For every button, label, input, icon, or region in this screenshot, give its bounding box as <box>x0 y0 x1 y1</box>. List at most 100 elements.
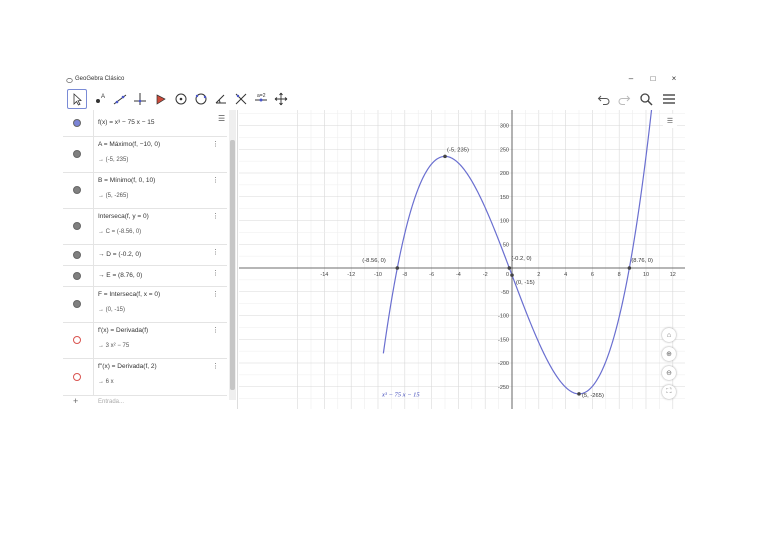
row-menu-icon[interactable]: ⋮ <box>212 269 219 277</box>
move-graphics-tool-button[interactable] <box>271 89 291 109</box>
row-menu-icon[interactable]: ⋮ <box>212 176 219 184</box>
algebra-row[interactable]: F = Interseca(f, x = 0) → (0, -15) ⋮ <box>63 286 227 323</box>
visibility-toggle-icon[interactable] <box>73 336 81 344</box>
zoom-out-button[interactable]: ⊖ <box>662 366 676 380</box>
x-tick-label: -4 <box>456 272 461 278</box>
circle-three-points-tool-button[interactable] <box>191 89 211 109</box>
zoom-in-button[interactable]: ⊕ <box>662 347 676 361</box>
scrollbar-thumb[interactable] <box>230 140 235 390</box>
home-button[interactable]: ⌂ <box>662 328 676 342</box>
slider-icon: a=2 <box>255 93 267 102</box>
algebra-definition[interactable]: f(x) = x³ − 75 x − 15 <box>98 119 155 126</box>
y-tick-label: 100 <box>500 219 509 225</box>
algebra-value: → (-5, 235) <box>98 157 129 163</box>
angle-tool-button[interactable] <box>211 89 231 109</box>
y-tick-label: -150 <box>498 337 509 343</box>
algebra-definition[interactable]: B = Mínimo(f, 0, 10) <box>98 177 155 184</box>
row-menu-icon[interactable]: ⋮ <box>212 140 219 148</box>
zoom-in-icon: ⊕ <box>666 351 672 358</box>
cursor-arrow-icon <box>73 93 82 106</box>
y-tick-label: 250 <box>500 147 509 153</box>
point-a[interactable] <box>443 154 447 159</box>
point-f[interactable] <box>510 273 514 277</box>
y-tick-label: -200 <box>498 361 509 367</box>
input-placeholder: Entrada... <box>98 399 125 405</box>
point-label-e: (8.76, 0) <box>631 258 653 264</box>
algebra-row[interactable]: → E = (8.76, 0) ⋮ <box>63 265 227 287</box>
row-menu-icon[interactable]: ⋮ <box>212 362 219 370</box>
redo-button[interactable] <box>615 90 633 108</box>
point-c[interactable] <box>395 266 400 270</box>
visibility-toggle-icon[interactable] <box>73 300 81 308</box>
y-tick-label: -50 <box>501 290 509 296</box>
visibility-toggle-icon[interactable] <box>73 119 81 127</box>
style-bar-toggle-button[interactable]: ☰ <box>663 114 677 128</box>
algebra-definition[interactable]: f'(x) = Derivada(f) <box>98 327 148 334</box>
row-menu-icon[interactable]: ⋮ <box>212 248 219 256</box>
point-e[interactable] <box>627 266 632 270</box>
perpendicular-tool-button[interactable] <box>130 89 150 109</box>
algebra-row[interactable]: A = Máximo(f, −10, 0) → (-5, 235) ⋮ <box>63 136 227 173</box>
style-bar-icon: ☰ <box>666 118 674 125</box>
angle-icon <box>215 94 226 104</box>
visibility-toggle-icon[interactable] <box>73 150 81 158</box>
circle-tool-button[interactable] <box>171 89 191 109</box>
algebra-row[interactable]: f'(x) = Derivada(f) → 3 x² − 75 ⋮ <box>63 322 227 359</box>
algebra-definition[interactable]: f''(x) = Derivada(f, 2) <box>98 363 157 370</box>
search-button[interactable] <box>637 90 655 108</box>
reflect-tool-button[interactable] <box>231 89 251 109</box>
point-tool-button[interactable]: A <box>90 89 110 109</box>
point-icon: A <box>96 94 105 103</box>
title-bar: GeoGebra Clásico – □ × <box>63 73 685 88</box>
undo-button[interactable] <box>595 90 613 108</box>
algebra-definition[interactable]: → E = (8.76, 0) <box>98 272 142 279</box>
slider-tool-button[interactable]: a=2 <box>251 89 271 109</box>
algebra-scrollbar[interactable] <box>229 110 236 400</box>
x-tick-label: 12 <box>670 272 676 278</box>
graphics-view[interactable]: -14-12-10-8-6-4-202468101214163002502001… <box>239 110 685 409</box>
redo-icon <box>618 95 631 105</box>
main-menu-button[interactable] <box>660 90 678 108</box>
visibility-toggle-icon[interactable] <box>73 186 81 194</box>
point-b[interactable] <box>577 392 581 396</box>
line-tool-button[interactable] <box>110 89 130 109</box>
home-icon: ⌂ <box>666 331 672 339</box>
algebra-row[interactable]: B = Mínimo(f, 0, 10) → (5, -265) ⋮ <box>63 172 227 209</box>
algebra-definition[interactable]: → D = (-0.2, 0) <box>98 251 141 258</box>
point-d[interactable] <box>507 266 512 270</box>
algebra-row[interactable]: f''(x) = Derivada(f, 2) → 6 x ⋮ <box>63 358 227 396</box>
line-icon <box>113 94 127 105</box>
add-icon[interactable]: + <box>73 396 78 406</box>
move-tool-button[interactable] <box>67 89 87 109</box>
maximize-button[interactable]: □ <box>648 74 658 83</box>
y-tick-label: 200 <box>500 171 509 177</box>
function-label: x³ − 75 x − 15 <box>381 391 420 398</box>
algebra-row[interactable]: → D = (-0.2, 0) ⋮ <box>63 244 227 266</box>
row-menu-icon[interactable]: ⋮ <box>212 212 219 220</box>
visibility-toggle-icon[interactable] <box>73 372 81 381</box>
fullscreen-button[interactable]: ⛶ <box>662 385 676 399</box>
algebra-definition[interactable]: A = Máximo(f, −10, 0) <box>98 141 160 148</box>
x-tick-label: 4 <box>564 272 567 278</box>
visibility-toggle-icon[interactable] <box>73 271 81 280</box>
x-tick-label: 0 <box>506 272 509 278</box>
svg-text:A: A <box>101 94 105 100</box>
visibility-toggle-icon[interactable] <box>73 250 81 259</box>
x-tick-label: -6 <box>429 272 434 278</box>
visibility-toggle-icon[interactable] <box>73 222 81 230</box>
minimize-button[interactable]: – <box>626 74 636 83</box>
row-menu-icon[interactable]: ⋮ <box>212 326 219 334</box>
algebra-row[interactable]: Interseca(f, y = 0) → C = (-8.56, 0) ⋮ <box>63 208 227 245</box>
algebra-definition[interactable]: F = Interseca(f, x = 0) <box>98 291 160 298</box>
graph-canvas[interactable]: -14-12-10-8-6-4-202468101214163002502001… <box>239 110 685 409</box>
close-button[interactable]: × <box>669 74 679 83</box>
geogebra-window: GeoGebra Clásico – □ × A a=2 f(x) = x³ −… <box>63 73 685 409</box>
x-tick-label: -8 <box>402 272 407 278</box>
point-label-c: (-8.56, 0) <box>362 258 386 264</box>
algebra-sort-icon[interactable]: ☰ <box>218 114 225 123</box>
algebra-row[interactable]: f(x) = x³ − 75 x − 15 <box>63 110 227 137</box>
row-menu-icon[interactable]: ⋮ <box>212 290 219 298</box>
input-bar[interactable]: + Entrada... <box>63 396 227 409</box>
polygon-tool-button[interactable] <box>151 89 171 109</box>
algebra-definition[interactable]: Interseca(f, y = 0) <box>98 213 149 220</box>
